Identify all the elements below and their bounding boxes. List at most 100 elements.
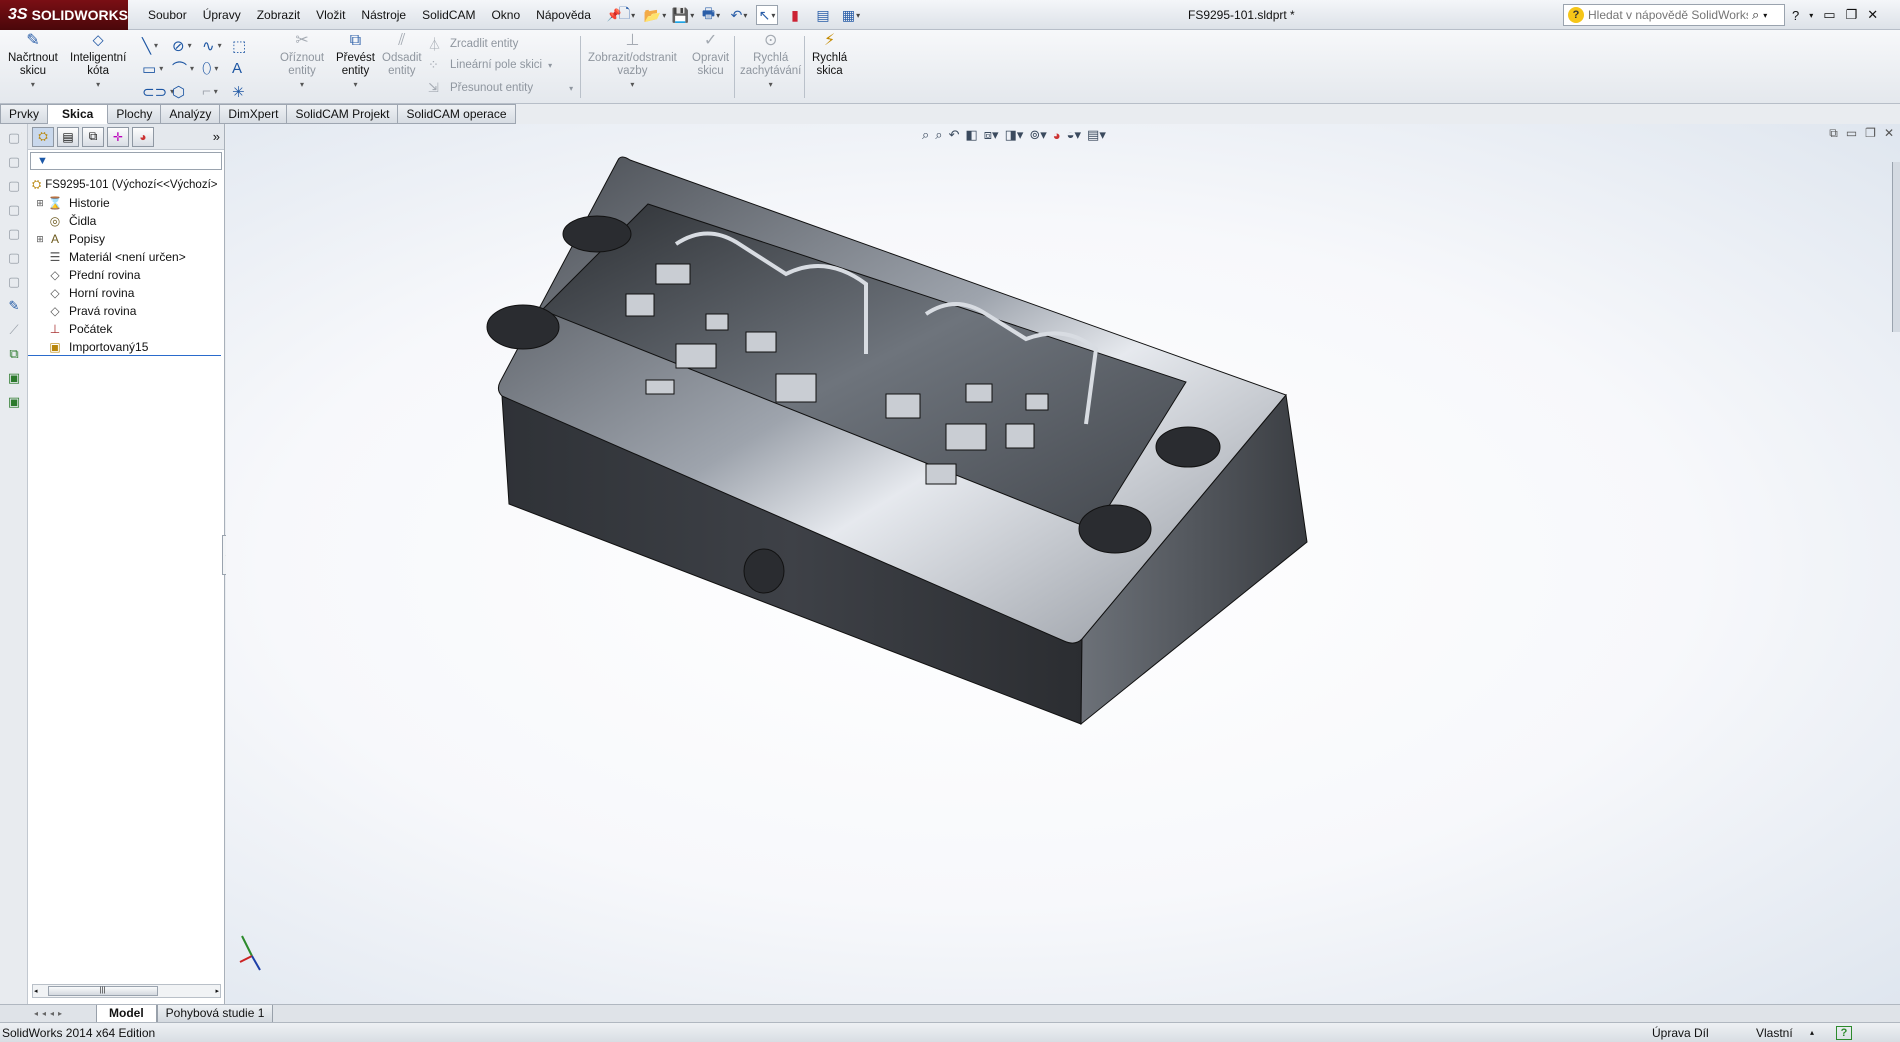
rapid-sketch-button[interactable]: ⚡ Rychlá skica [812,33,847,78]
tab-sketch[interactable]: Skica [48,104,109,124]
move-entities-button[interactable]: ⇲ Přesunout entity ▾ [428,80,573,96]
tree-item-front-plane[interactable]: ◇ Přední rovina [28,266,224,284]
tree-horizontal-scrollbar[interactable]: ◂ ||| ▸ [32,984,221,998]
graphics-area[interactable]: ⌕ ⌕ ↶ ◧ ⧈▾ ◨▾ ⊚▾ ◕ ◒▾ ▤▾ ⧉ ▭ ❐ ✕ [226,124,1900,1004]
sketch-tool-icon[interactable]: ✎ [4,296,24,316]
tree-item-annotations[interactable]: ⊞ A Popisy [28,230,224,248]
minimize-icon[interactable]: ▭ [1823,7,1835,23]
layer-tool-icon[interactable]: ▣ [4,368,24,388]
menu-help[interactable]: Nápověda [528,0,599,30]
menu-insert[interactable]: Vložit [308,0,353,30]
search-dropdown-icon[interactable]: ▾ [1763,11,1767,20]
tab-dimxpert[interactable]: DimXpert [220,104,288,124]
linear-pattern-button[interactable]: ⁘ Lineární pole skici ▾ [428,57,552,73]
tree-filter[interactable]: ▼ [30,152,222,170]
polygon-icon[interactable]: ⬡ [172,80,202,103]
solidworks-logo[interactable]: 3S SOLIDWORKS [0,0,128,30]
units-dropdown-icon[interactable]: ▴ [1810,1028,1814,1037]
menu-view[interactable]: Zobrazit [249,0,308,30]
mirror-entities-button[interactable]: ⏃ Zrcadlit entity [428,34,518,53]
tab-nav-arrows-icon[interactable]: ◂◂◂▸ [0,1009,96,1018]
tree-root-part[interactable]: ⛭ FS9295-101 (Výchozí<<Výchozí> [28,176,224,194]
options-button[interactable]: ▦ ▾ [840,5,862,25]
tab-solidcam-operations[interactable]: SolidCAM operace [398,104,516,124]
tab-analysis[interactable]: Analýzy [161,104,221,124]
property-manager-tab-icon[interactable]: ▤ [57,126,79,147]
open-button[interactable]: 📂 ▾ [644,5,666,25]
tree-item-right-plane[interactable]: ◇ Pravá rovina [28,302,224,320]
repair-sketch-button[interactable]: ✓ Opravit skicu [692,33,729,78]
status-units[interactable]: Vlastní [1756,1026,1793,1040]
configuration-manager-tab-icon[interactable]: ⧉ [82,126,104,147]
view-box-icon[interactable]: ▢ [4,200,24,220]
point-icon[interactable]: ✳ [232,80,262,103]
view-box-icon[interactable]: ▢ [4,128,24,148]
menu-tools[interactable]: Nástroje [353,0,414,30]
tree-item-sensors[interactable]: ◎ Čidla [28,212,224,230]
select-button[interactable]: ↖ ▾ [756,5,778,25]
more-tabs-icon[interactable]: » [213,129,220,144]
view-box-icon[interactable]: ▢ [4,176,24,196]
help-icon[interactable]: ? [1792,8,1799,23]
trim-entities-button[interactable]: ✂ Oříznout entity ▾ [280,33,324,91]
save-button[interactable]: 💾 ▾ [672,5,694,25]
undo-button[interactable]: ↶ ▾ [728,5,750,25]
fillet-icon[interactable]: ⌐ ▾ [202,80,232,103]
dimension-tool-icon[interactable]: ⟋ [4,320,24,340]
new-document-button[interactable]: 🗋 ▾ [616,5,638,25]
tree-item-material[interactable]: ☰ Materiál <není určen> [28,248,224,266]
menu-solidcam[interactable]: SolidCAM [414,0,483,30]
scroll-right-icon[interactable]: ▸ [215,987,220,995]
scroll-left-icon[interactable]: ◂ [33,987,38,995]
tab-model[interactable]: Model [96,1004,157,1023]
print-button[interactable]: 🖶 ▾ [700,5,722,25]
status-help-icon[interactable]: ? [1836,1025,1852,1040]
file-properties-button[interactable]: ▤ [812,5,834,25]
convert-entities-button[interactable]: ⧉ Převést entity ▾ [336,33,375,91]
menu-file[interactable]: Soubor [140,0,195,30]
spline-icon[interactable]: ∿ ▾ [202,34,232,57]
menu-window[interactable]: Okno [483,0,528,30]
tab-surfaces[interactable]: Plochy [108,104,162,124]
close-icon[interactable]: ✕ [1867,7,1878,23]
tab-motion-study[interactable]: Pohybová studie 1 [156,1004,274,1023]
offset-entities-button[interactable]: ⫽ Odsadit entity [382,33,422,78]
restore-icon[interactable]: ❐ [1846,7,1858,23]
rebuild-button[interactable]: ▮ [784,5,806,25]
feature-tree-tab-icon[interactable]: ⛭ [32,126,54,147]
view-box-icon[interactable]: ▢ [4,152,24,172]
display-relations-button[interactable]: ⊥ Zobrazit/odstranit vazby ▾ [588,33,677,91]
dashed-rect-icon[interactable]: ⬚ [232,34,262,57]
help-dropdown-icon[interactable]: ▾ [1809,11,1813,20]
relation-tool-icon[interactable]: ⧉ [4,344,24,364]
tree-item-history[interactable]: ⊞ ⌛ Historie [28,194,224,212]
text-icon[interactable]: A [232,57,262,80]
help-search-input[interactable] [1588,8,1748,22]
menu-edit[interactable]: Úpravy [195,0,249,30]
rectangle-icon[interactable]: ▭ ▾ [142,57,172,80]
slot-icon[interactable]: ⊂⊃ ▾ [142,80,174,103]
expand-icon[interactable]: ⊞ [34,234,46,245]
view-box-icon[interactable]: ▢ [4,224,24,244]
scrollbar-thumb[interactable]: ||| [47,986,158,996]
model-3d-view[interactable] [226,124,1900,1004]
circle-icon[interactable]: ⊘ ▾ [172,34,202,57]
tab-features[interactable]: Prvky [0,104,48,124]
display-manager-tab-icon[interactable]: ◕ [132,126,154,147]
smart-dimension-button[interactable]: ⬦ Inteligentní kóta ▾ [70,33,126,91]
view-box-icon[interactable]: ▢ [4,272,24,292]
tab-solidcam-project[interactable]: SolidCAM Projekt [287,104,399,124]
dimxpert-tab-icon[interactable]: ✛ [107,126,129,147]
tree-item-imported-body[interactable]: ▣ Importovaný15 [28,338,221,356]
quick-snaps-button[interactable]: ⊙ Rychlá zachytávání ▾ [740,33,801,91]
view-box-icon[interactable]: ▢ [4,248,24,268]
tree-item-origin[interactable]: ⊥ Počátek [28,320,224,338]
line-icon[interactable]: ╲ ▾ [142,34,172,57]
tree-item-top-plane[interactable]: ◇ Horní rovina [28,284,224,302]
arc-icon[interactable]: ⌒ ▾ [172,57,202,80]
sketch-button[interactable]: ✎ Načrtnout skicu ▾ [8,33,58,91]
layer-tool-icon[interactable]: ▣ [4,392,24,412]
ellipse-icon[interactable]: ⬯ ▾ [202,57,232,80]
expand-icon[interactable]: ⊞ [34,198,46,209]
search-icon[interactable]: ⌕ [1752,7,1759,23]
